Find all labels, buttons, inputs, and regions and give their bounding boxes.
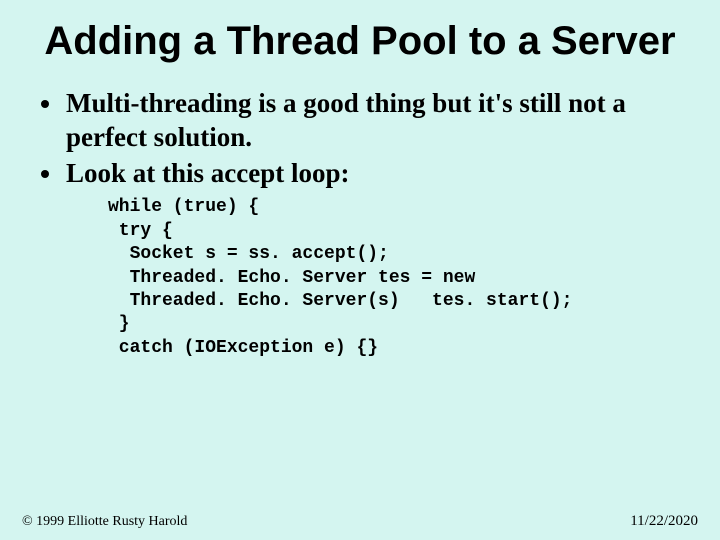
footer: © 1999 Elliotte Rusty Harold 11/22/2020 — [0, 513, 720, 530]
bullet-item: Multi-threading is a good thing but it's… — [64, 87, 690, 155]
date-text: 11/22/2020 — [630, 513, 698, 530]
bullet-item: Look at this accept loop: — [64, 157, 690, 191]
code-line: try { — [108, 221, 173, 241]
code-line: Socket s = ss. accept(); — [108, 244, 389, 264]
slide: Adding a Thread Pool to a Server Multi-t… — [0, 0, 720, 540]
bullet-list: Multi-threading is a good thing but it's… — [30, 87, 690, 190]
code-line: while (true) { — [108, 197, 259, 217]
code-line: Threaded. Echo. Server tes = new — [108, 268, 475, 288]
code-block: while (true) { try { Socket s = ss. acce… — [108, 196, 690, 360]
slide-title: Adding a Thread Pool to a Server — [30, 18, 690, 65]
code-line: } — [108, 314, 130, 334]
code-line: catch (IOException e) {} — [108, 338, 378, 358]
copyright-text: © 1999 Elliotte Rusty Harold — [22, 514, 187, 530]
code-line: Threaded. Echo. Server(s) tes. start(); — [108, 291, 572, 311]
